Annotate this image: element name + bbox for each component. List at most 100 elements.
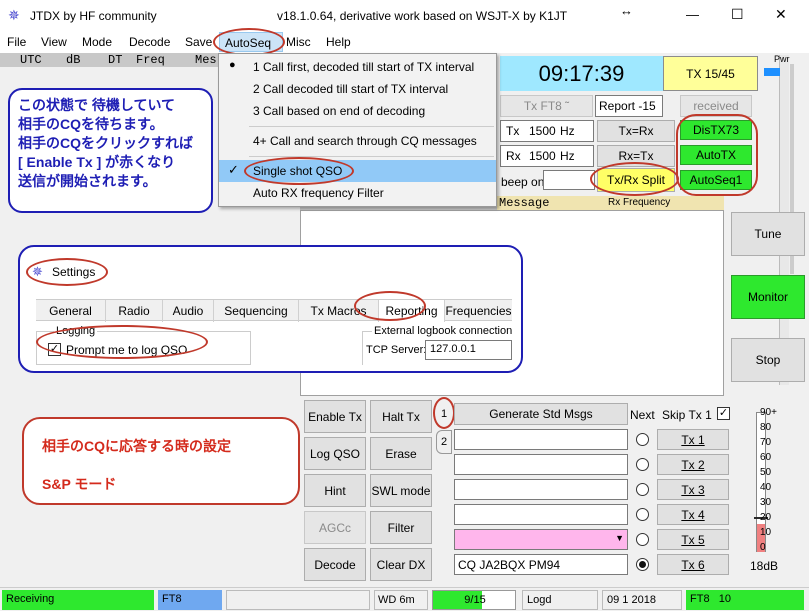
status-mode: FT8 <box>158 590 222 610</box>
close-button[interactable]: ✕ <box>775 6 787 23</box>
menu-autoseq[interactable]: AutoSeq <box>219 32 283 52</box>
meter-tick: 70 <box>760 437 772 448</box>
status-mode-period: FT8 10 <box>686 590 804 610</box>
menu-file[interactable]: File <box>7 35 26 49</box>
tx6-button[interactable]: Tx 6 <box>657 554 729 575</box>
prompt-log-label: Prompt me to log QSO <box>66 343 188 357</box>
settings-inset: ✵ Settings General Radio Audio Sequencin… <box>18 245 523 373</box>
tx-tab-1[interactable]: 1 <box>436 402 452 426</box>
utc-clock: 09:17:39 <box>500 56 663 91</box>
dis-tx73-button[interactable]: DisTX73 <box>680 120 752 140</box>
tab-reporting[interactable]: Reporting <box>379 300 445 322</box>
logging-group-label: Logging <box>54 325 98 337</box>
tx4-message-field[interactable] <box>454 504 628 525</box>
tab-general[interactable]: General <box>36 300 106 322</box>
tx3-message-field[interactable] <box>454 479 628 500</box>
tx1-radio[interactable] <box>636 433 649 446</box>
tab-sequencing[interactable]: Sequencing <box>214 300 299 322</box>
autoseq-auto-rx-filter[interactable]: Auto RX frequency Filter <box>219 182 496 204</box>
stop-button[interactable]: Stop <box>731 338 805 382</box>
filter-button[interactable]: Filter <box>370 511 432 544</box>
meter-tick: 40 <box>760 482 772 493</box>
halt-tx-button[interactable]: Halt Tx <box>370 400 432 433</box>
tcp-server-input[interactable]: 127.0.0.1 <box>425 340 512 360</box>
tcp-server-label: TCP Server: <box>366 344 427 356</box>
rx-frequency-label: Rx Frequency <box>608 197 671 208</box>
menu-help[interactable]: Help <box>326 35 351 49</box>
auto-seq1-button[interactable]: AutoSeq1 <box>680 170 752 190</box>
tx-rx-split-button[interactable]: Tx/Rx Split <box>597 168 675 192</box>
rx-freq-spinbox[interactable]: Rx 1500 Hz <box>500 145 594 167</box>
tx3-radio[interactable] <box>636 483 649 496</box>
tx1-button[interactable]: Tx 1 <box>657 429 729 450</box>
decode-button[interactable]: Decode <box>304 548 366 581</box>
meter-tick: 0 <box>760 542 766 553</box>
menu-misc[interactable]: Misc <box>286 35 311 49</box>
autoseq-item-4plus[interactable]: 4+ Call and search through CQ messages <box>219 130 496 152</box>
tx-eq-rx-button[interactable]: Tx=Rx <box>597 120 675 142</box>
menu-save[interactable]: Save <box>185 35 212 49</box>
tab-audio[interactable]: Audio <box>163 300 214 322</box>
tx4-radio[interactable] <box>636 508 649 521</box>
maximize-button[interactable]: ☐ <box>731 6 744 23</box>
tx-freq-spinbox[interactable]: Tx 1500 Hz <box>500 120 594 142</box>
swl-mode-button[interactable]: SWL mode <box>370 474 432 507</box>
menu-view[interactable]: View <box>41 35 67 49</box>
hint-button[interactable]: Hint <box>304 474 366 507</box>
menu-decode[interactable]: Decode <box>129 35 170 49</box>
status-bar: Receiving FT8 WD 6m 9/15 Logd 09 1 2018 … <box>0 587 809 611</box>
status-logd: Logd <box>522 590 598 610</box>
power-slider-handle[interactable] <box>764 68 780 76</box>
rx-freq-unit: Hz <box>560 149 575 163</box>
received-button[interactable]: received <box>680 95 752 117</box>
erase-button[interactable]: Erase <box>370 437 432 470</box>
tx3-button[interactable]: Tx 3 <box>657 479 729 500</box>
status-receiving: Receiving <box>2 590 154 610</box>
report-spinbox[interactable]: Report -15 <box>595 95 663 117</box>
note-line: 相手のCQを待ちます。 <box>18 116 164 132</box>
beep-on-label: beep on <box>501 175 545 189</box>
tx5-message-combo[interactable]: ▼ <box>454 529 628 550</box>
skip-tx1-checkbox[interactable]: ✓ <box>717 407 730 420</box>
rx-header-message: Message <box>497 196 554 210</box>
agcc-button[interactable]: AGCc <box>304 511 366 544</box>
auto-tx-button[interactable]: AutoTX <box>680 145 752 165</box>
tab-frequencies[interactable]: Frequencies <box>445 300 512 322</box>
tx6-message-field[interactable]: CQ JA2BQX PM94 <box>454 554 628 575</box>
tx6-radio[interactable] <box>636 558 649 571</box>
tx-tab-2[interactable]: 2 <box>436 430 452 454</box>
log-qso-button[interactable]: Log QSO <box>304 437 366 470</box>
tx5-button[interactable]: Tx 5 <box>657 529 729 550</box>
autoseq-item-2[interactable]: 2 Call decoded till start of TX interval <box>219 78 496 100</box>
rx-eq-tx-button[interactable]: Rx=Tx <box>597 145 675 167</box>
resize-icon[interactable]: ↔ <box>620 3 633 18</box>
clear-dx-button[interactable]: Clear DX <box>370 548 432 581</box>
autoseq-single-shot-qso[interactable]: Single shot QSO <box>219 160 496 182</box>
tx1-message-field[interactable] <box>454 429 628 450</box>
header-freq: Freq <box>136 53 165 67</box>
tab-radio[interactable]: Radio <box>106 300 163 322</box>
autoseq-item-1[interactable]: 1 Call first, decoded till start of TX i… <box>219 56 496 78</box>
tx2-message-field[interactable] <box>454 454 628 475</box>
meter-tick: 10 <box>760 527 772 538</box>
prompt-log-checkbox[interactable]: ✓ <box>48 343 61 356</box>
autoseq-item-3[interactable]: 3 Call based on end of decoding <box>219 100 496 122</box>
tx2-button[interactable]: Tx 2 <box>657 454 729 475</box>
beep-on-field[interactable] <box>543 170 595 190</box>
generate-std-msgs-button[interactable]: Generate Std Msgs <box>454 403 628 425</box>
tx5-radio[interactable] <box>636 533 649 546</box>
note-line: この状態で 待機していて <box>18 97 176 113</box>
tx-mode-button[interactable]: Tx FT8 ˜ <box>500 95 593 117</box>
enable-tx-button[interactable]: Enable Tx <box>304 400 366 433</box>
menu-mode[interactable]: Mode <box>82 35 112 49</box>
minimize-button[interactable]: — <box>686 7 699 22</box>
header-mes: Mes <box>195 53 217 67</box>
tx4-button[interactable]: Tx 4 <box>657 504 729 525</box>
tx2-radio[interactable] <box>636 458 649 471</box>
tab-tx-macros[interactable]: Tx Macros <box>299 300 379 322</box>
tune-button[interactable]: Tune <box>731 212 805 256</box>
header-dt: DT <box>108 53 123 67</box>
note-line: 相手のCQをクリックすれば <box>18 135 193 151</box>
monitor-button[interactable]: Monitor <box>731 275 805 319</box>
autoseq-dropdown: ● 1 Call first, decoded till start of TX… <box>218 53 497 207</box>
